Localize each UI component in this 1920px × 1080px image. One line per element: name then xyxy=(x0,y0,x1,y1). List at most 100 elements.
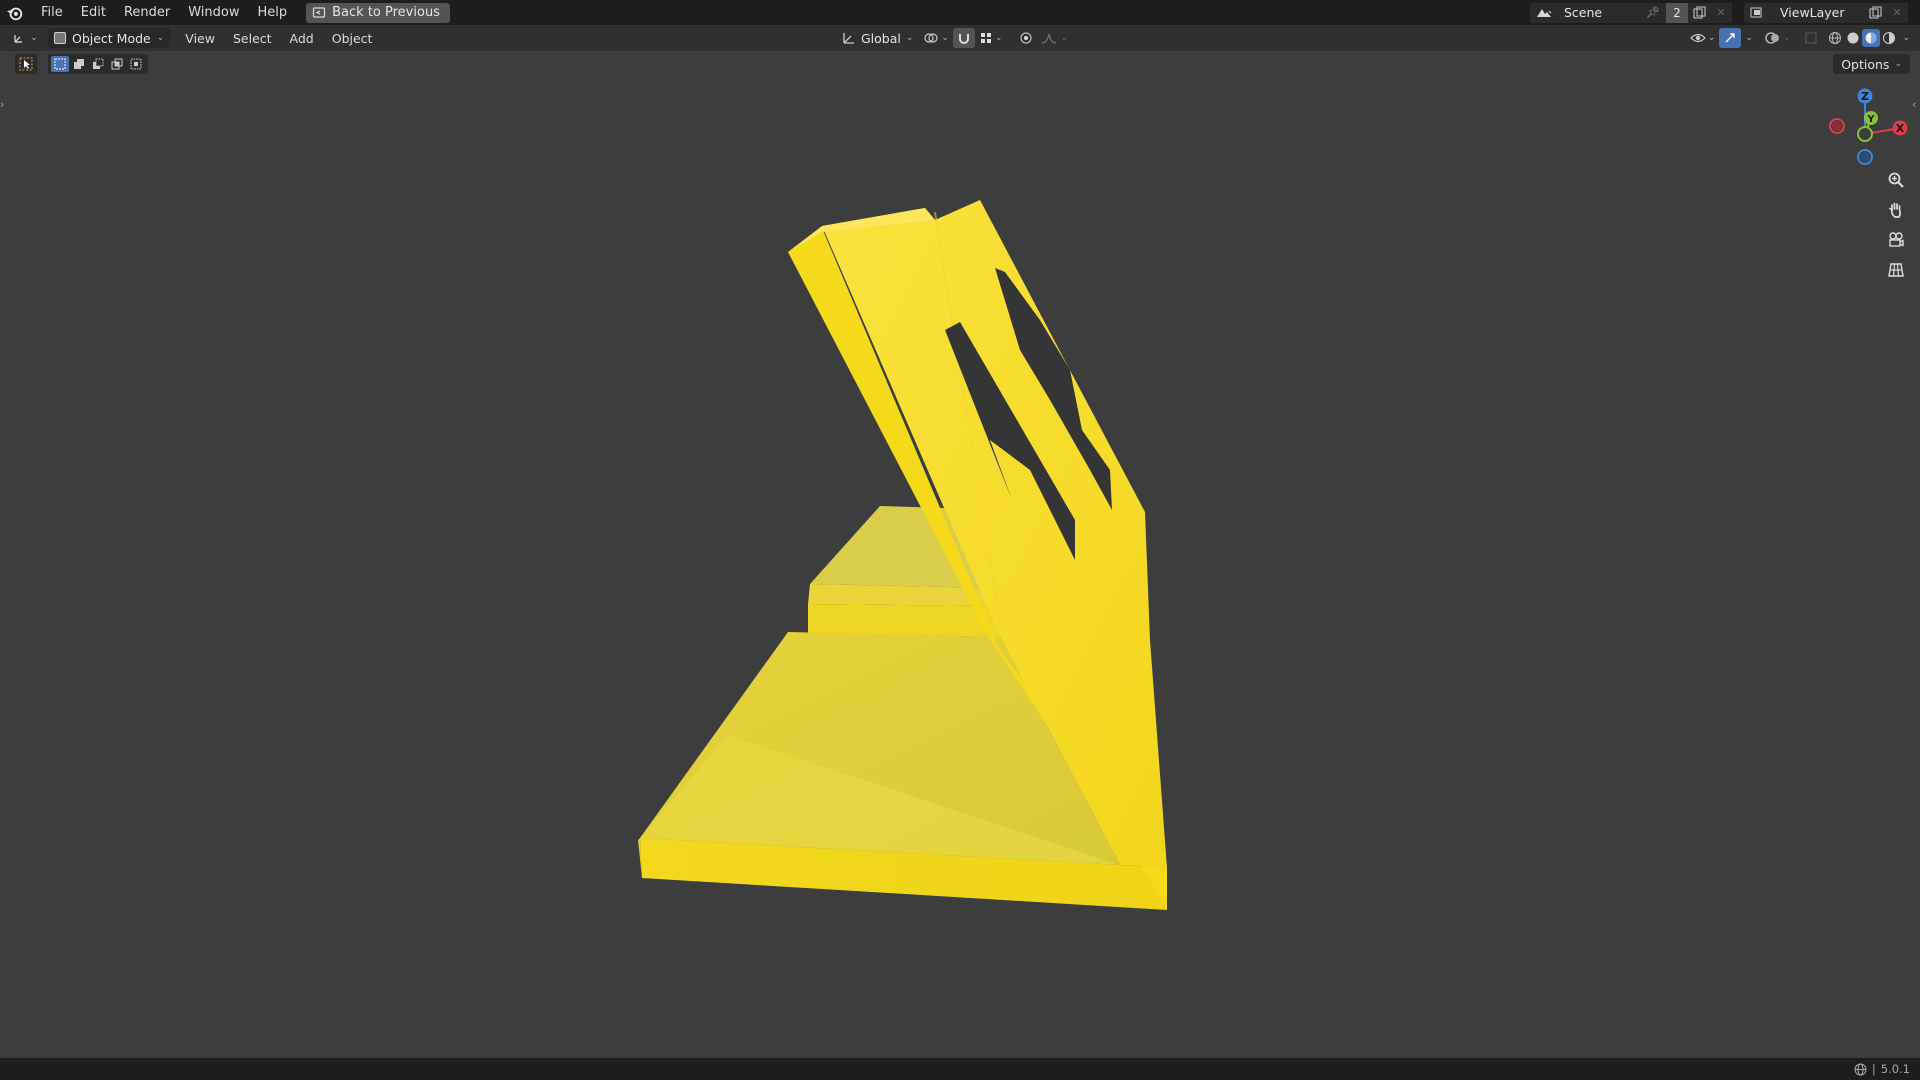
object-mode-icon xyxy=(54,32,66,44)
scene-selector: Scene 📌︎ 2 ✕ xyxy=(1530,2,1732,23)
scene-browse-button[interactable] xyxy=(1530,2,1558,23)
wireframe-sphere-icon xyxy=(1829,32,1842,44)
material-preview-shading-button[interactable] xyxy=(1862,29,1881,47)
object-mode-label: Object Mode xyxy=(72,30,151,46)
base-plate-top xyxy=(640,632,1120,865)
chevron-down-icon: ⌄ xyxy=(1707,33,1716,43)
pan-hand-icon xyxy=(1889,202,1901,218)
menu-window[interactable]: Window xyxy=(179,3,248,22)
viewport-menu-add[interactable]: Add xyxy=(281,29,323,48)
select-subtract-icon xyxy=(93,58,104,69)
solid-shading-button[interactable] xyxy=(1844,29,1862,47)
chevron-down-icon: ⌄ xyxy=(941,33,949,43)
pivot-point-dropdown[interactable]: ⌄ xyxy=(923,28,949,48)
new-view-layer-icon[interactable] xyxy=(1864,2,1886,23)
pan-button[interactable] xyxy=(1880,198,1912,222)
select-intersect-button[interactable] xyxy=(127,56,145,72)
gizmo-toggle[interactable] xyxy=(1719,28,1742,48)
menu-render[interactable]: Render xyxy=(115,3,179,22)
proportional-editing-toggle[interactable] xyxy=(1015,28,1037,48)
gizmo-dropdown-chevron-icon[interactable]: ⌄ xyxy=(1745,33,1753,43)
back-to-previous-button[interactable]: Back to Previous xyxy=(306,2,450,23)
snap-target-dropdown[interactable]: ⌄ xyxy=(979,28,1003,48)
remove-view-layer-icon[interactable]: ✕ xyxy=(1886,2,1908,23)
shading-options-chevron-icon[interactable]: ⌄ xyxy=(1902,33,1910,43)
editor-type-selector[interactable]: ⌄ xyxy=(8,28,42,48)
visibility-dropdown[interactable]: ⌄ xyxy=(1689,28,1716,48)
snap-grid-icon xyxy=(980,33,991,43)
zoom-button[interactable] xyxy=(1880,168,1912,192)
blender-logo-icon[interactable] xyxy=(6,4,24,22)
transform-orientation-label: Global xyxy=(861,30,901,46)
orthographic-toggle-button[interactable] xyxy=(1880,258,1912,282)
transform-orientation-dropdown[interactable]: Global ⌄ xyxy=(836,28,919,48)
orthographic-grid-icon xyxy=(1888,263,1904,277)
select-extend-icon xyxy=(74,59,84,69)
chevron-down-icon: ⌄ xyxy=(1894,59,1902,69)
blender-window: File Edit Render Window Help Back to Pre… xyxy=(0,0,1920,1080)
overlays-toggle[interactable]: ⌄ xyxy=(1765,28,1791,48)
select-invert-button[interactable] xyxy=(108,56,126,72)
unlink-scene-icon[interactable]: ✕ xyxy=(1710,2,1732,23)
snap-toggle[interactable] xyxy=(952,28,975,48)
plate-cutout-1 xyxy=(945,322,1075,560)
scene-name: Scene xyxy=(1564,5,1603,20)
menu-file[interactable]: File xyxy=(32,3,72,22)
proportional-edit-icon xyxy=(1019,32,1032,44)
select-new-icon xyxy=(54,58,66,70)
xray-toggle[interactable] xyxy=(1800,28,1822,48)
pin-icon[interactable]: 📌︎ xyxy=(1646,6,1660,19)
back-ledge-top xyxy=(810,506,990,588)
rendered-shading-button[interactable] xyxy=(1880,29,1898,47)
select-subtract-button[interactable] xyxy=(89,56,107,72)
zoom-icon xyxy=(1888,172,1904,188)
viewport-header: ⌄ Object Mode ⌄ View Select Add Object G… xyxy=(0,25,1920,51)
back-plate-top-edge xyxy=(788,208,935,252)
viewport-3d-model xyxy=(638,200,1167,910)
viewport-navigation-buttons xyxy=(1880,168,1912,282)
viewport-menu-object[interactable]: Object xyxy=(323,29,382,48)
camera-view-button[interactable] xyxy=(1880,228,1912,252)
selection-mode-group xyxy=(48,54,148,74)
select-set-new-button[interactable] xyxy=(51,56,69,72)
new-scene-icon[interactable] xyxy=(1688,2,1710,23)
viewport-menu-select[interactable]: Select xyxy=(224,29,281,48)
overlays-icon xyxy=(1765,32,1779,44)
chevron-down-icon: ⌄ xyxy=(30,33,38,43)
select-extend-button[interactable] xyxy=(70,56,88,72)
active-tool-button[interactable] xyxy=(14,53,38,75)
options-dropdown[interactable]: Options ⌄ xyxy=(1833,54,1910,74)
select-invert-icon xyxy=(111,58,123,70)
chevron-down-icon: ⌄ xyxy=(994,33,1003,43)
solid-sphere-icon xyxy=(1847,32,1859,44)
scene-user-count[interactable]: 2 xyxy=(1666,2,1688,23)
base-plate-left-edge xyxy=(638,838,642,878)
toolbar-expand-arrow-icon[interactable]: › xyxy=(0,98,8,118)
rendered-sphere-icon xyxy=(1883,32,1896,44)
gizmo-icon xyxy=(1725,33,1736,43)
view-layer-name[interactable]: ViewLayer xyxy=(1772,2,1864,23)
gizmo-y-label: Y xyxy=(1866,114,1875,125)
menu-edit[interactable]: Edit xyxy=(72,3,115,22)
chevron-down-icon: ⌄ xyxy=(1060,33,1069,43)
top-menu-bar: File Edit Render Window Help Back to Pre… xyxy=(0,0,1920,25)
version-separator: | xyxy=(1871,1062,1876,1076)
camera-view-icon xyxy=(1889,232,1904,247)
3d-viewport-editor-icon xyxy=(14,35,23,43)
viewport-menu-view[interactable]: View xyxy=(176,29,224,48)
view-layer-icon xyxy=(1750,7,1762,17)
scene-icon xyxy=(1537,8,1552,17)
falloff-dropdown[interactable]: ⌄ xyxy=(1041,28,1069,48)
chevron-down-icon: ⌄ xyxy=(1782,33,1791,43)
screen-back-icon xyxy=(313,6,326,18)
tool-settings-row xyxy=(14,53,148,75)
wireframe-shading-button[interactable] xyxy=(1826,29,1844,47)
object-mode-dropdown[interactable]: Object Mode ⌄ xyxy=(48,28,171,48)
gizmo-neg-y-icon[interactable] xyxy=(1857,126,1873,142)
scene-name-field[interactable]: Scene 📌︎ xyxy=(1558,2,1666,23)
version-info: | 5.0.1 xyxy=(1854,1062,1910,1076)
menu-help[interactable]: Help xyxy=(249,3,297,22)
navigation-gizmo[interactable]: Z Y X xyxy=(1820,82,1920,172)
globe-icon xyxy=(1854,1063,1867,1075)
view-layer-browse-button[interactable] xyxy=(1744,2,1772,23)
